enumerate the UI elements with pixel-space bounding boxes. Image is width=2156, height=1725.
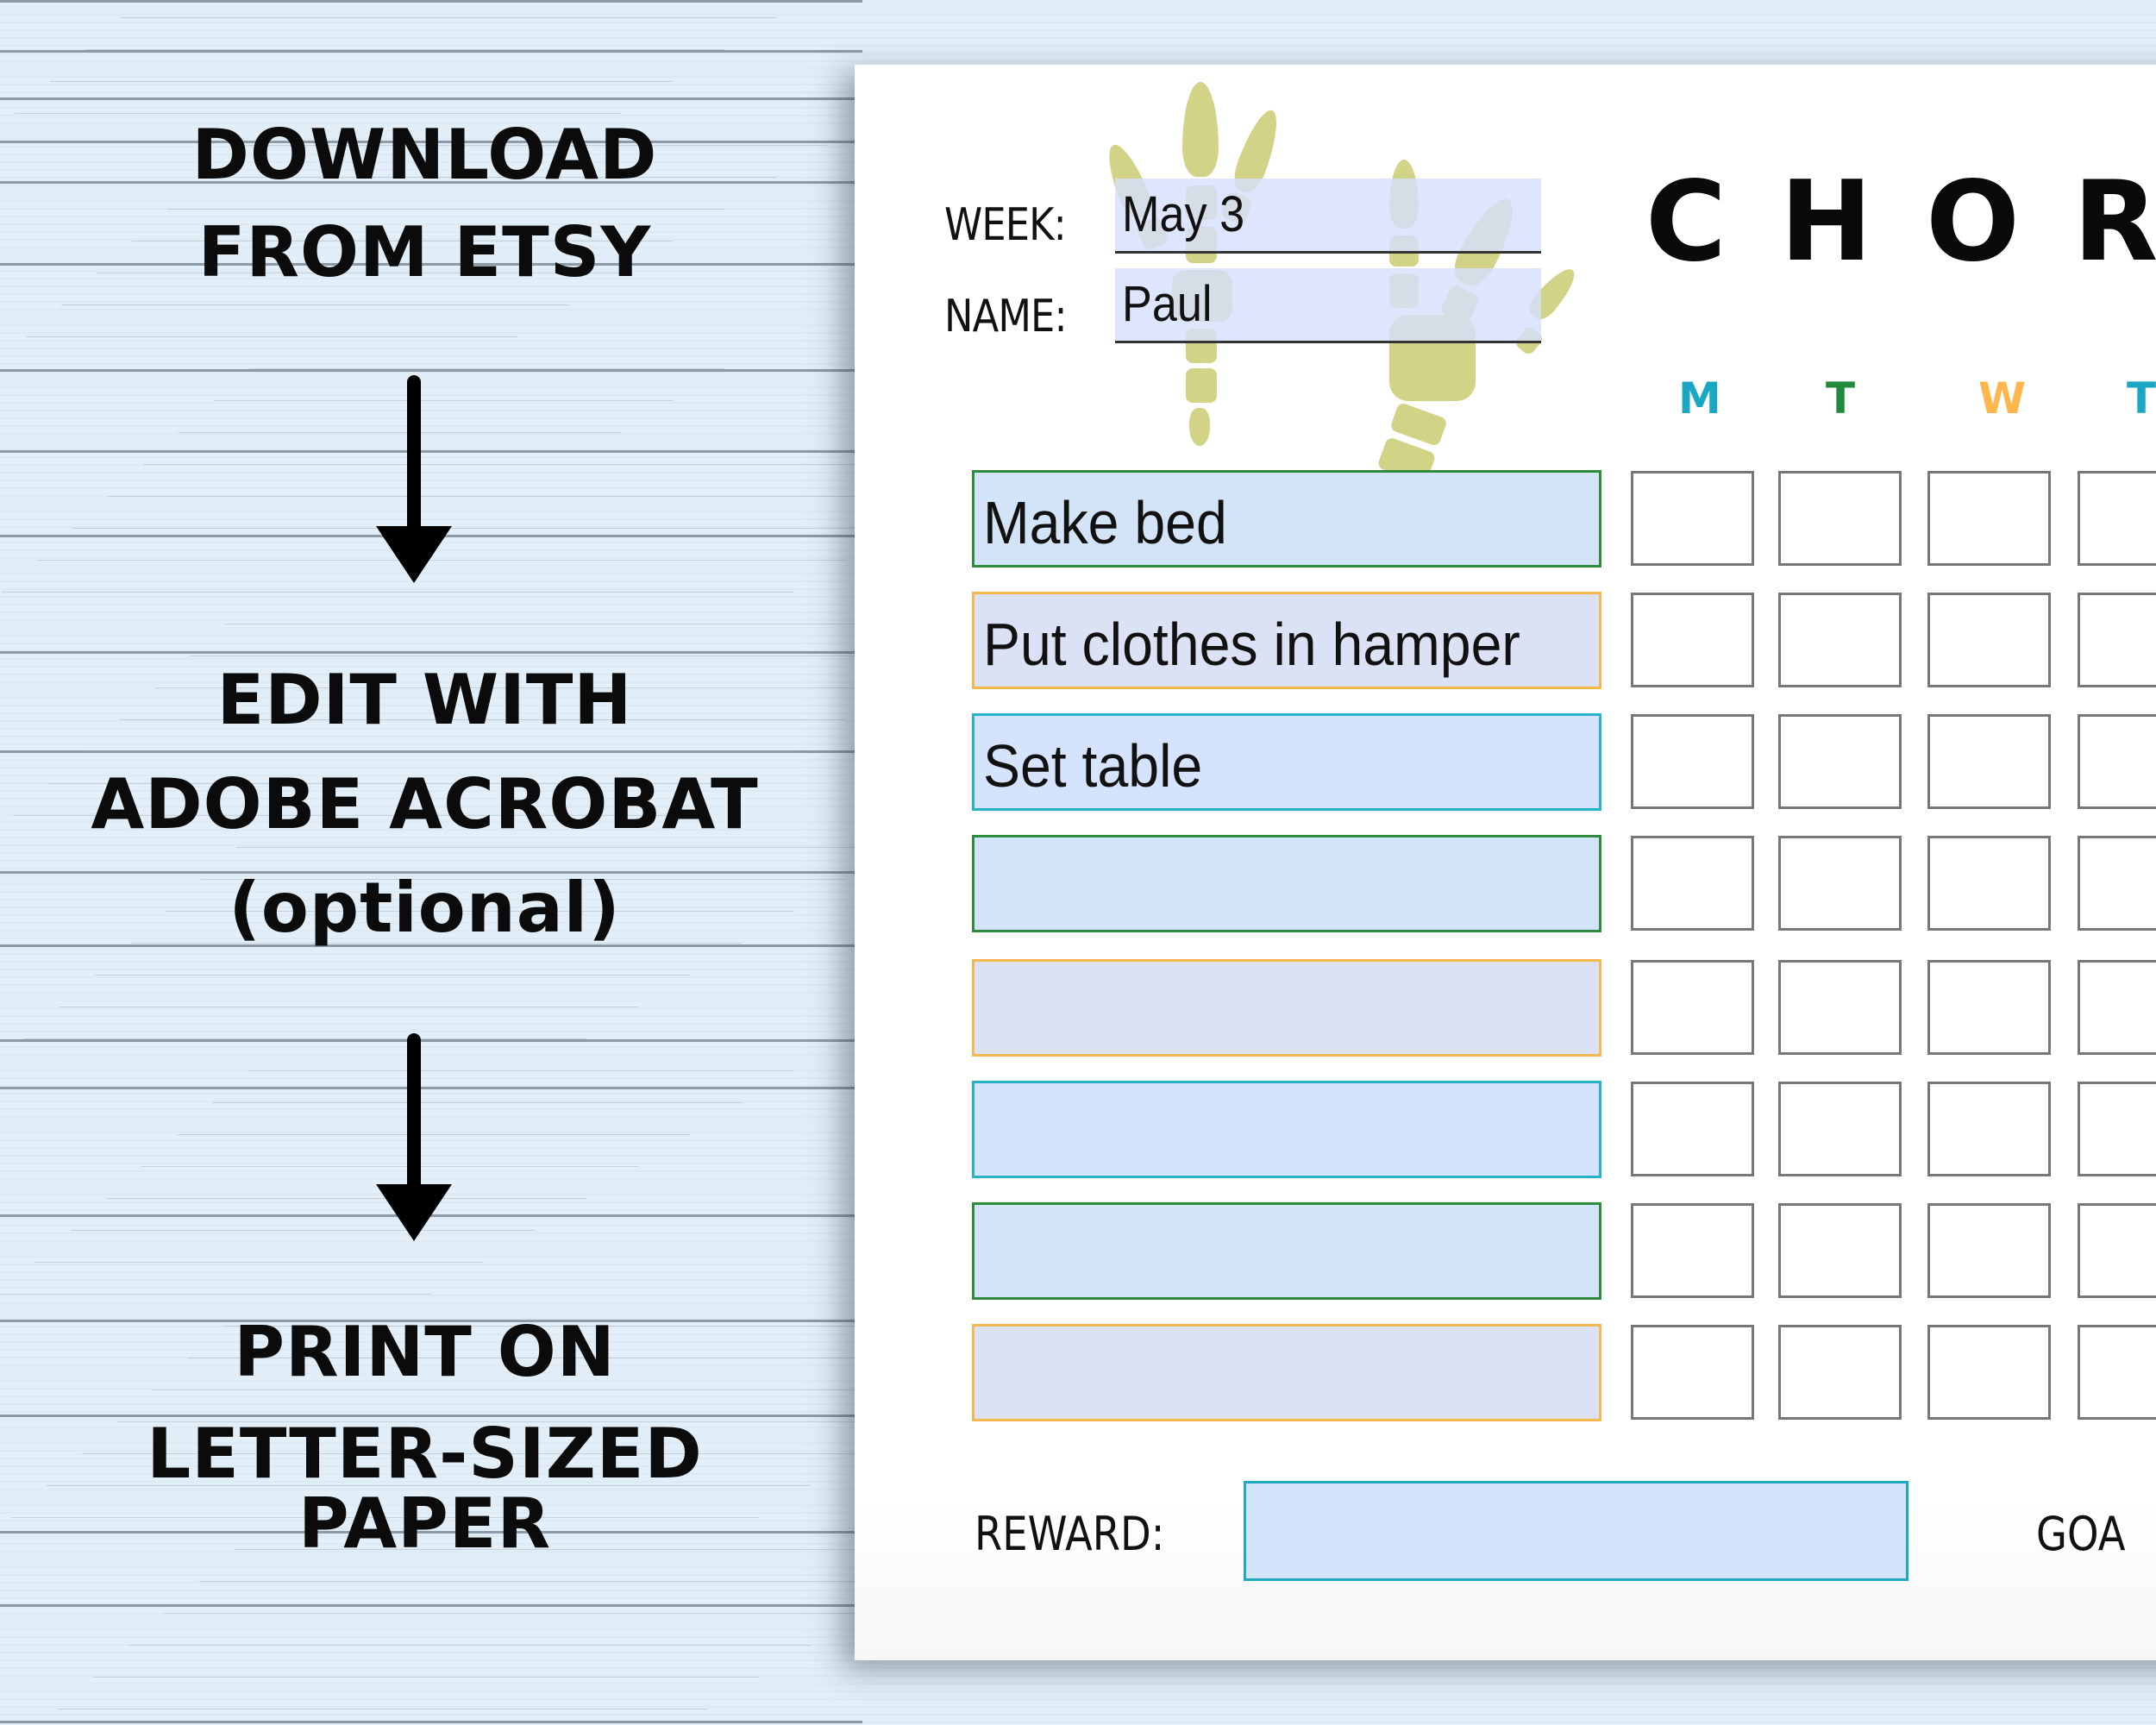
chore-checkbox-1-3[interactable] xyxy=(2078,593,2156,687)
chore-checkbox-0-3[interactable] xyxy=(2078,471,2156,566)
chore-checkbox-4-1[interactable] xyxy=(1778,960,1902,1055)
step-1-line-2: FROM ETSY xyxy=(197,212,652,292)
chore-text: Make bed xyxy=(983,489,1227,556)
chore-checkbox-7-0[interactable] xyxy=(1631,1325,1754,1420)
reward-label: REWARD: xyxy=(975,1507,1165,1561)
chore-checkbox-7-2[interactable] xyxy=(1927,1325,2051,1420)
day-header-1: T xyxy=(1826,373,1856,423)
chore-checkbox-7-3[interactable] xyxy=(2078,1325,2156,1420)
dinosaur-footprint-icon xyxy=(1100,82,1287,446)
arrow-down-icon xyxy=(376,1033,452,1245)
week-label: WEEK: xyxy=(944,199,1067,251)
chore-checkbox-4-2[interactable] xyxy=(1927,960,2051,1055)
chore-checkbox-1-1[interactable] xyxy=(1778,593,1902,687)
chore-checkbox-5-2[interactable] xyxy=(1927,1082,2051,1176)
chore-checkbox-1-0[interactable] xyxy=(1631,593,1754,687)
chore-checkbox-2-0[interactable] xyxy=(1631,714,1754,809)
name-label: NAME: xyxy=(944,291,1068,342)
chore-checkbox-6-2[interactable] xyxy=(1927,1203,2051,1298)
chore-field[interactable] xyxy=(972,1202,1601,1300)
chore-checkbox-4-0[interactable] xyxy=(1631,960,1754,1055)
chore-text: Put clothes in hamper xyxy=(983,611,1520,678)
chore-checkbox-5-0[interactable] xyxy=(1631,1082,1754,1176)
chore-checkbox-4-3[interactable] xyxy=(2078,960,2156,1055)
chore-checkbox-2-1[interactable] xyxy=(1778,714,1902,809)
step-3-line-3: PAPER xyxy=(298,1484,552,1564)
name-field[interactable]: Paul xyxy=(1115,268,1541,343)
step-2-line-2: ADOBE ACROBAT xyxy=(91,764,759,844)
chore-field[interactable]: Put clothes in hamper xyxy=(972,592,1601,689)
chore-checkbox-6-0[interactable] xyxy=(1631,1203,1754,1298)
goal-label: GOA xyxy=(2036,1507,2126,1561)
chore-checkbox-2-2[interactable] xyxy=(1927,714,2051,809)
chore-checkbox-6-1[interactable] xyxy=(1778,1203,1902,1298)
step-2-line-3: (optional) xyxy=(229,868,621,948)
day-header-0: M xyxy=(1678,373,1721,423)
day-header-3: T xyxy=(2127,373,2156,423)
instruction-steps: DOWNLOAD FROM ETSY EDIT WITH ADOBE ACROB… xyxy=(0,0,849,1725)
step-1-line-1: DOWNLOAD xyxy=(191,115,658,195)
chore-field[interactable] xyxy=(972,1081,1601,1178)
chore-checkbox-3-1[interactable] xyxy=(1778,836,1902,931)
name-value: Paul xyxy=(1122,276,1213,332)
week-field[interactable]: May 3 xyxy=(1115,179,1541,254)
chore-checkbox-0-1[interactable] xyxy=(1778,471,1902,566)
day-header-2: W xyxy=(1978,373,2027,423)
chore-checkbox-1-2[interactable] xyxy=(1927,593,2051,687)
chore-chart-sheet: WEEK: May 3 NAME: Paul CHORE M T W T Make b… xyxy=(855,65,2156,1660)
chore-checkbox-7-1[interactable] xyxy=(1778,1325,1902,1420)
chore-field[interactable] xyxy=(972,1324,1601,1421)
chore-text: Set table xyxy=(983,732,1203,800)
chore-field[interactable]: Make bed xyxy=(972,470,1601,568)
chore-checkbox-5-3[interactable] xyxy=(2078,1082,2156,1176)
chore-field[interactable]: Set table xyxy=(972,713,1601,811)
chore-checkbox-3-0[interactable] xyxy=(1631,836,1754,931)
chore-checkbox-0-0[interactable] xyxy=(1631,471,1754,566)
reward-field[interactable] xyxy=(1244,1481,1908,1581)
chore-field[interactable] xyxy=(972,835,1601,932)
chart-title: CHORE xyxy=(1645,158,2156,286)
chore-checkbox-2-3[interactable] xyxy=(2078,714,2156,809)
chore-field[interactable] xyxy=(972,959,1601,1057)
chore-checkbox-0-2[interactable] xyxy=(1927,471,2051,566)
step-3-line-1: PRINT ON xyxy=(234,1312,616,1392)
arrow-down-icon xyxy=(376,375,452,586)
chore-checkbox-3-3[interactable] xyxy=(2078,836,2156,931)
chore-checkbox-5-1[interactable] xyxy=(1778,1082,1902,1176)
step-3-line-2: LETTER-SIZED xyxy=(147,1414,703,1494)
step-2-line-1: EDIT WITH xyxy=(216,660,633,740)
week-value: May 3 xyxy=(1122,186,1245,242)
chore-checkbox-3-2[interactable] xyxy=(1927,836,2051,931)
chore-checkbox-6-3[interactable] xyxy=(2078,1203,2156,1298)
